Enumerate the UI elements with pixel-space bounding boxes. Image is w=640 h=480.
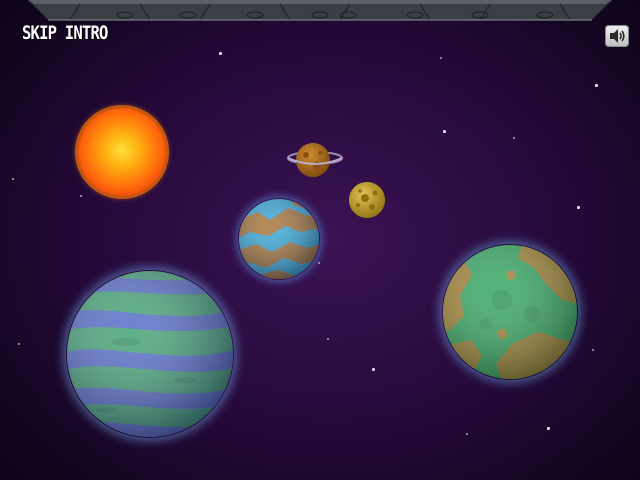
star — [547, 427, 550, 430]
star — [80, 195, 82, 197]
star — [577, 206, 580, 209]
star — [327, 338, 329, 340]
star — [443, 130, 446, 133]
star — [18, 343, 20, 345]
star — [12, 178, 14, 180]
sound-toggle-button[interactable] — [605, 25, 629, 47]
star — [219, 52, 222, 55]
gas-giant — [66, 270, 234, 438]
sun — [78, 108, 166, 196]
intro-scene: SKIP INTRO — [0, 0, 640, 480]
star — [592, 349, 594, 351]
star — [595, 84, 598, 87]
speaker-icon — [610, 29, 625, 43]
star — [372, 368, 375, 371]
green-continent-planet — [442, 244, 578, 380]
star — [440, 57, 442, 59]
ocean-planet — [238, 198, 320, 280]
skip-intro-button[interactable]: SKIP INTRO — [22, 22, 108, 44]
star — [513, 137, 515, 139]
ringed-planet — [286, 138, 344, 178]
cratered-moon — [348, 181, 386, 219]
star — [466, 433, 468, 435]
space-station-frame — [27, 0, 613, 21]
